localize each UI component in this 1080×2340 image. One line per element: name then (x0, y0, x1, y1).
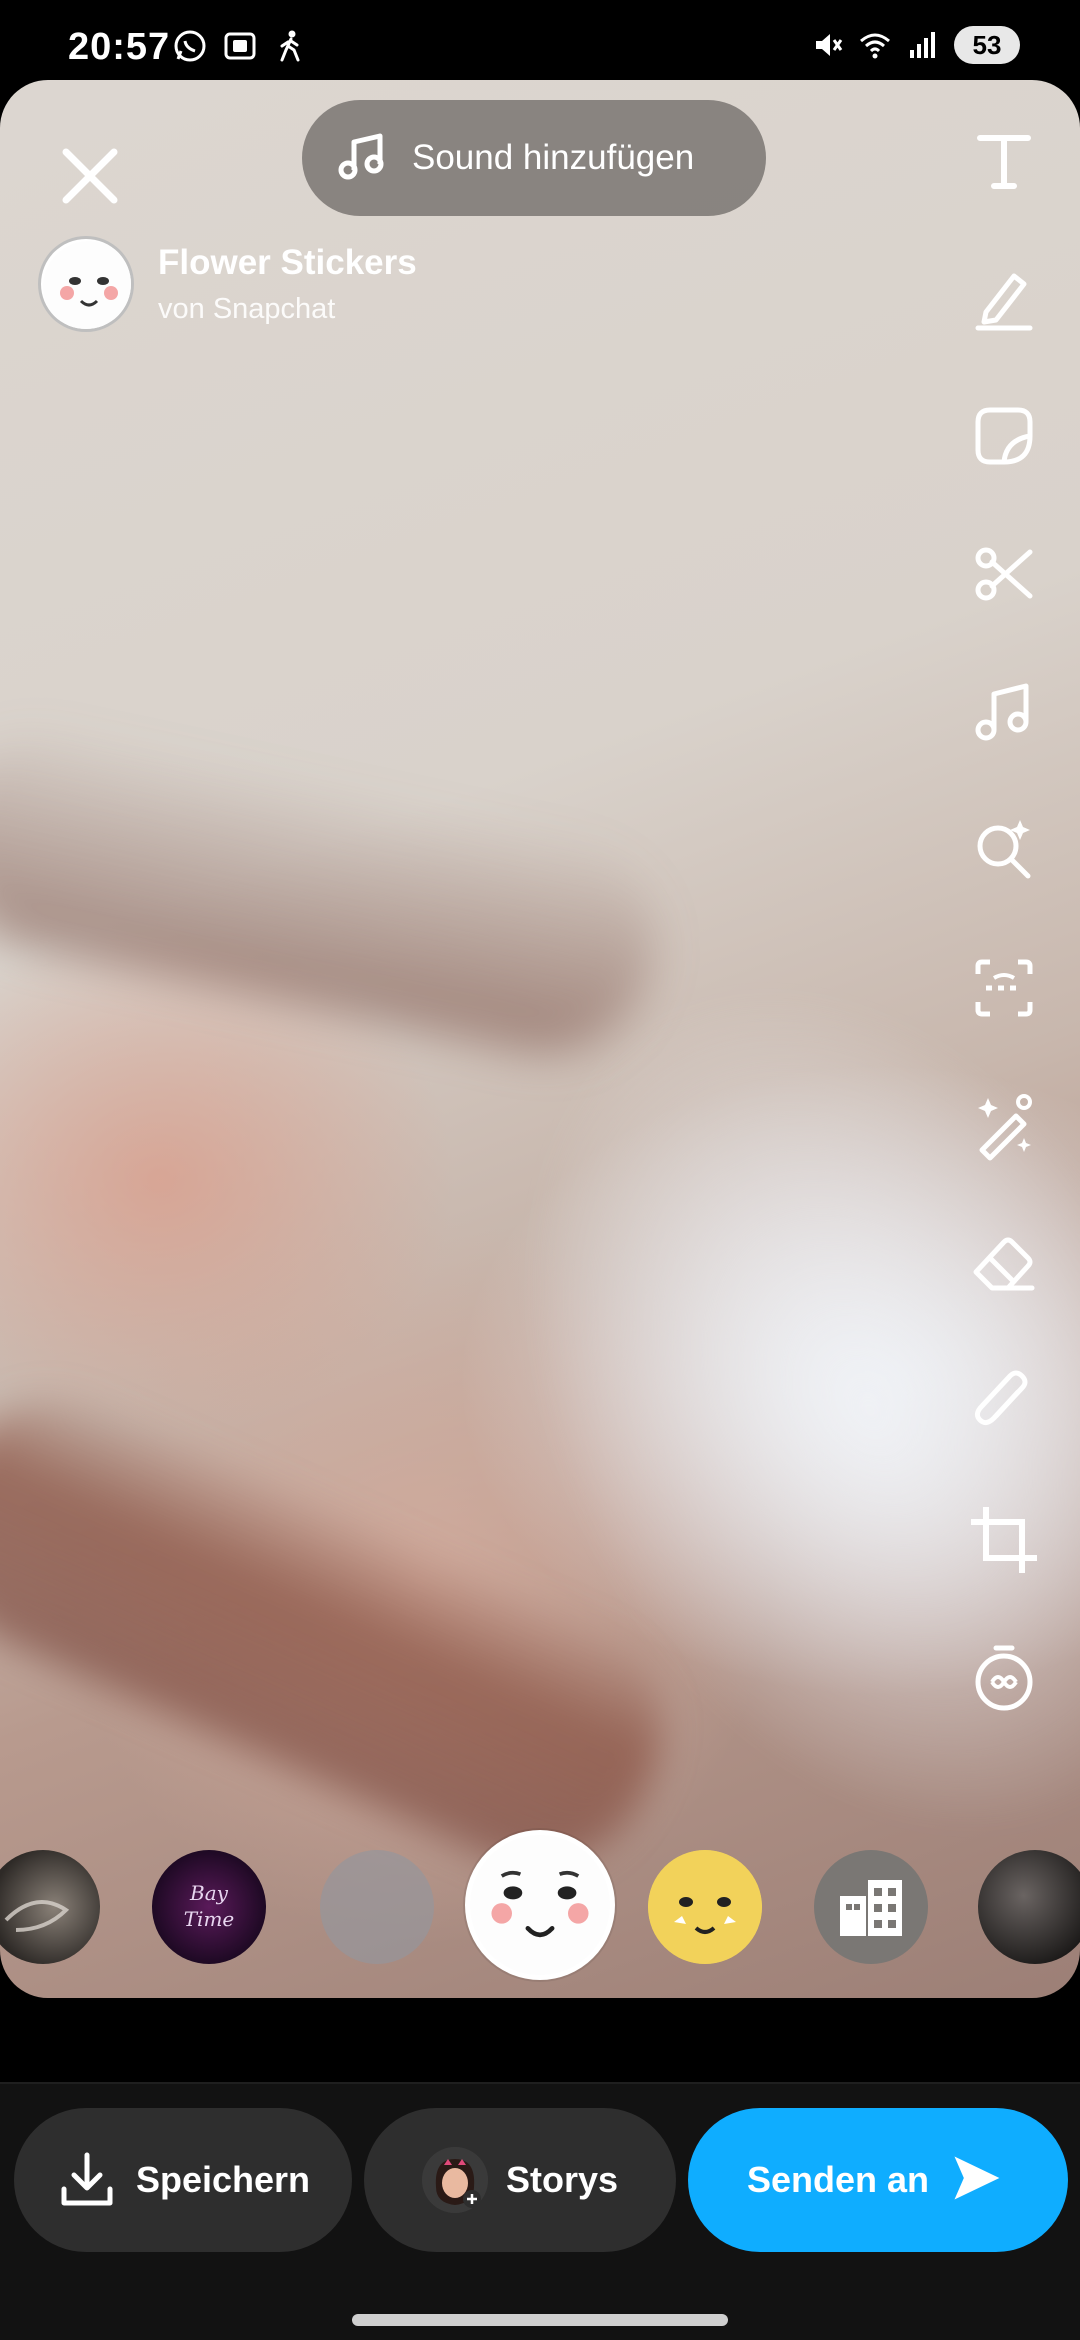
scan-icon (975, 959, 1033, 1017)
lens-search-tool[interactable] (964, 810, 1044, 890)
photo-hair-shape (0, 707, 676, 1073)
svg-text:Time: Time (184, 1907, 235, 1931)
lens-item-smoke[interactable] (0, 1850, 100, 1964)
lens-item-flower-stickers[interactable] (465, 1830, 615, 1980)
music-icon (975, 683, 1029, 741)
sticker-tool[interactable] (964, 396, 1044, 476)
lens-carousel[interactable]: Bay Time (0, 1820, 1080, 1990)
screen-record-icon (222, 28, 258, 64)
lens-item-photo[interactable] (978, 1850, 1080, 1964)
lens-item-bay-time-text: Bay (189, 1881, 229, 1905)
crop-icon (971, 1507, 1037, 1573)
edit-toolbar (964, 120, 1044, 1776)
lens-avatar (38, 236, 134, 332)
pen-icon (975, 273, 1033, 331)
download-icon (56, 2149, 118, 2211)
lens-search-icon (977, 820, 1031, 879)
bitmoji-avatar (421, 2147, 488, 2213)
signal-icon (910, 32, 935, 58)
scissors-tool[interactable] (964, 534, 1044, 614)
scan-tool[interactable] (964, 948, 1044, 1028)
timer-tool[interactable] (964, 1638, 1044, 1718)
lens-item-bay-time[interactable]: Bay Time (152, 1850, 266, 1964)
add-sound-label: Sound hinzufügen (412, 138, 695, 177)
music-tool[interactable] (964, 672, 1044, 752)
music-note-icon (338, 133, 384, 180)
mute-icon (816, 34, 843, 56)
stories-label: Storys (505, 2159, 619, 2200)
lens-title: Flower Stickers (158, 242, 417, 282)
lens-creator: von Snapchat (158, 292, 336, 325)
eraser-icon (973, 1237, 1035, 1291)
send-arrow-icon (947, 2149, 1009, 2211)
buildings-icon (840, 1880, 902, 1936)
close-button[interactable] (52, 138, 128, 214)
save-label: Speichern (135, 2159, 311, 2200)
lens-item-city[interactable] (814, 1850, 928, 1964)
scissors-icon (975, 547, 1033, 601)
snap-preview[interactable]: Sound hinzufügen Flower Stickers von Sna… (0, 80, 1080, 1998)
lens-info[interactable]: Flower Stickers von Snapchat (38, 236, 417, 332)
lens-item-blank[interactable] (320, 1850, 434, 1964)
wifi-icon (860, 33, 890, 59)
status-right-icons: 53 (810, 26, 1020, 64)
eraser-tool[interactable] (964, 1224, 1044, 1304)
stories-button[interactable]: Storys (364, 2108, 676, 2252)
paperclip-icon (974, 1370, 1028, 1426)
lens-item-yellow-face[interactable] (648, 1850, 762, 1964)
text-icon (977, 135, 1031, 189)
sticker-icon (975, 407, 1033, 465)
text-tool[interactable] (964, 120, 1044, 200)
status-bar: 20:57 53 (0, 0, 1080, 80)
home-indicator[interactable] (352, 2314, 728, 2326)
timer-icon (975, 1645, 1033, 1711)
walking-icon (272, 28, 308, 64)
status-left-icons (172, 28, 308, 64)
add-sound-button[interactable]: Sound hinzufügen (302, 100, 766, 216)
magic-wand-icon (978, 1094, 1032, 1161)
send-to-label: Senden an (746, 2159, 930, 2200)
save-button[interactable]: Speichern (14, 2108, 352, 2252)
whatsapp-icon (172, 28, 208, 64)
close-icon (62, 148, 118, 204)
battery-indicator: 53 (954, 26, 1020, 64)
status-time: 20:57 (68, 26, 171, 68)
send-to-button[interactable]: Senden an (688, 2108, 1068, 2252)
bottom-action-bar: Speichern Storys Senden an (0, 2082, 1080, 2340)
crop-tool[interactable] (964, 1500, 1044, 1580)
draw-tool[interactable] (964, 258, 1044, 338)
attach-tool[interactable] (964, 1362, 1044, 1442)
magic-tool[interactable] (964, 1086, 1044, 1166)
